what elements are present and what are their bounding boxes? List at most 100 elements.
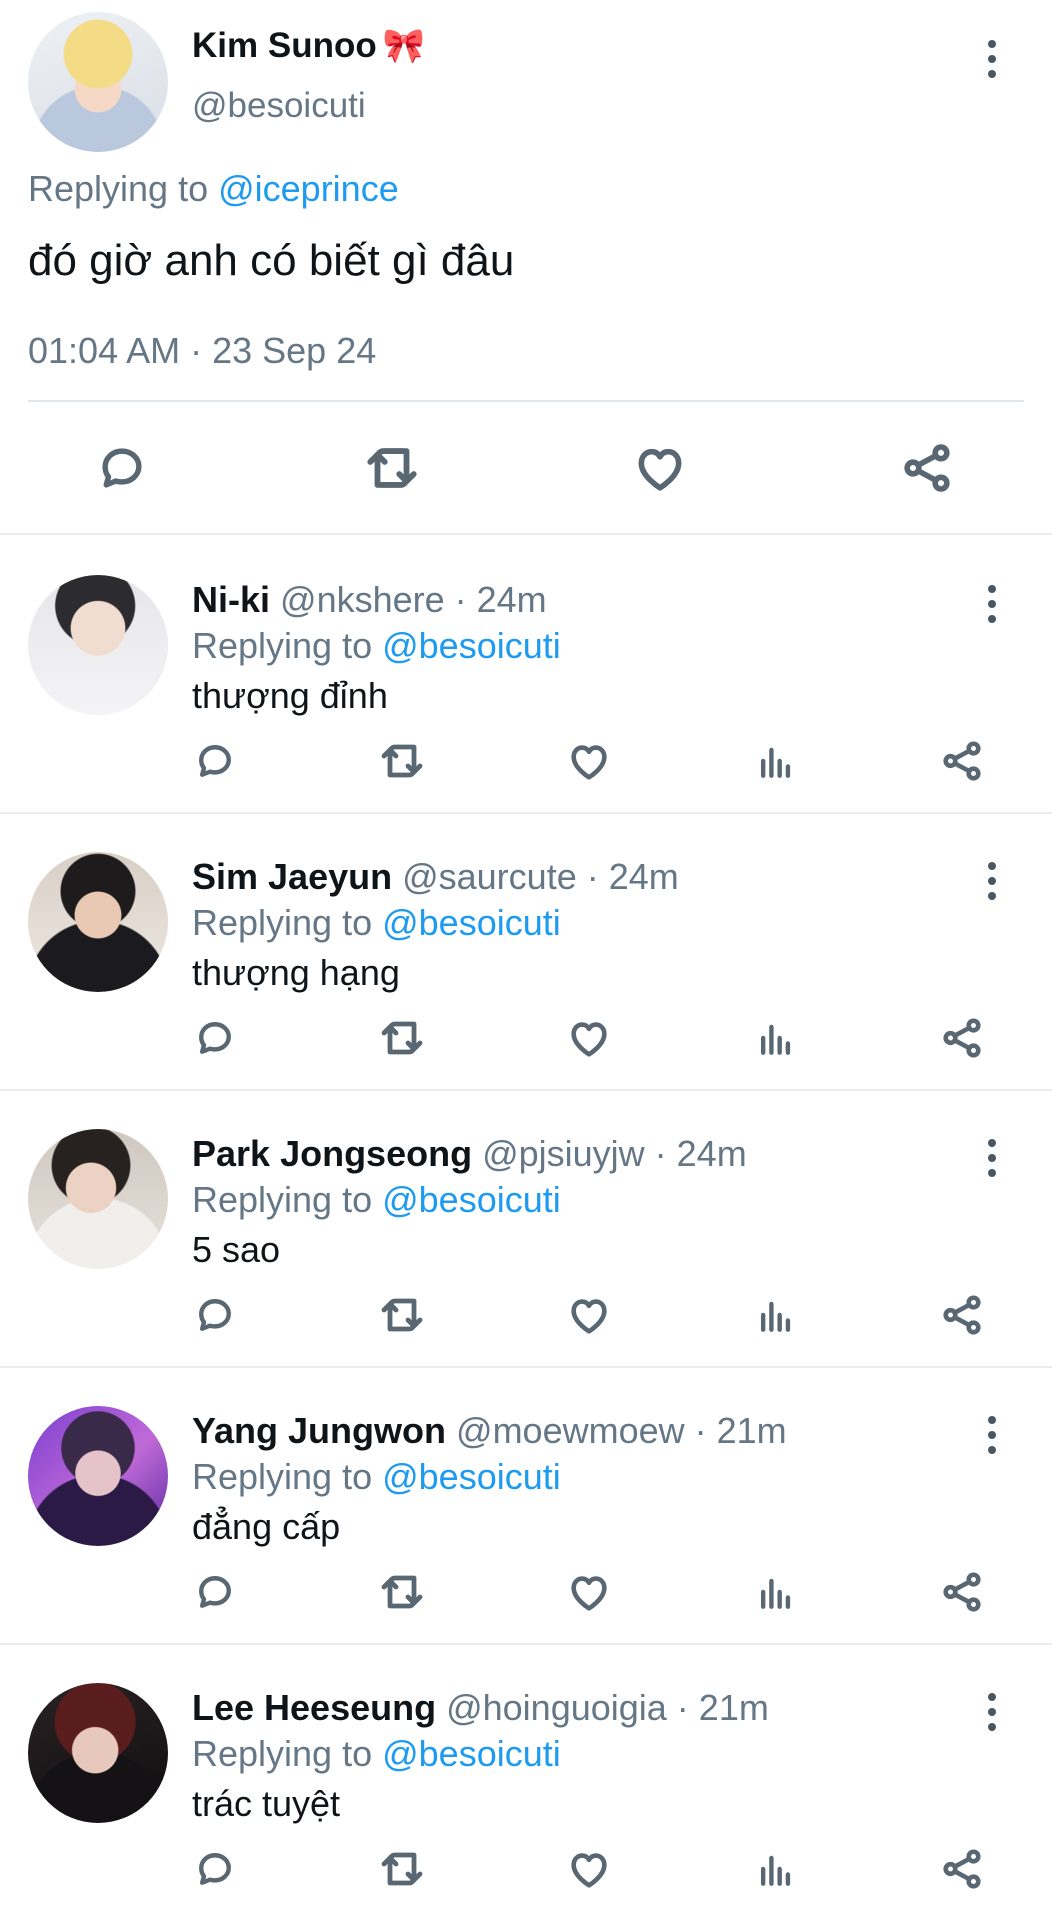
reply-actions [0,1014,1052,1062]
reply-icon [199,1299,231,1331]
avatar[interactable] [28,852,168,992]
author-handle-time[interactable]: @saurcute · 24m [392,856,679,897]
share-button[interactable] [938,1568,986,1616]
reply-actions [0,1568,1052,1616]
like-button[interactable] [565,1568,613,1616]
author-name[interactable]: Sim Jaeyun [192,856,392,897]
author-name[interactable]: Lee Heeseung [192,1687,436,1728]
avatar[interactable] [28,1406,168,1546]
like-icon [571,1853,607,1888]
author-handle-time[interactable]: @moewmoew · 21m [446,1410,787,1451]
reply-text: trác tuyệt [192,1783,341,1824]
author-name[interactable]: Yang Jungwon [192,1410,446,1451]
more-options-button[interactable] [982,1139,1002,1177]
reply-button[interactable] [191,1291,239,1339]
reply-icon [199,1853,231,1885]
reply-button[interactable] [191,1014,239,1062]
share-button[interactable] [938,1014,986,1062]
avatar[interactable] [28,575,168,715]
share-icon [904,444,950,492]
author-handle[interactable]: @besoicuti [192,86,366,126]
replying-to-link[interactable]: @besoicuti [382,1733,561,1774]
reply-button[interactable] [90,436,154,500]
reply-text: đẳng cấp [192,1506,341,1547]
reply-text: thượng đỉnh [192,675,388,716]
more-options-button[interactable] [982,585,1002,623]
retweet-button[interactable] [378,1568,426,1616]
more-options-button[interactable] [982,1416,1002,1454]
retweet-button[interactable] [360,436,424,500]
avatar[interactable] [28,12,168,152]
reply-header: Park Jongseong @pjsiuyjw · 24m [192,1133,747,1175]
views-button[interactable] [752,1845,800,1893]
reply-header: Lee Heeseung @hoinguoigia · 21m [192,1687,769,1729]
replying-to-label: Replying to [192,1733,383,1774]
replying-to-link[interactable]: @besoicuti [382,1179,561,1220]
reply-button[interactable] [191,737,239,785]
author-handle-time[interactable]: @nkshere · 24m [270,579,547,620]
retweet-button[interactable] [378,737,426,785]
like-icon [571,1299,607,1334]
reply-button[interactable] [191,1845,239,1893]
main-tweet: Kim Sunoo 🎀 @besoicuti Replying to @icep… [0,0,1052,535]
reply-icon [199,745,231,777]
author-name[interactable]: Ni-ki [192,579,270,620]
retweet-icon [381,1852,423,1886]
reply-icon [199,1022,231,1054]
reply-tweet[interactable]: Park Jongseong @pjsiuyjw · 24m Replying … [0,1091,1052,1368]
replying-to-link[interactable]: @besoicuti [382,902,561,943]
views-icon [760,1855,791,1886]
like-button[interactable] [565,1845,613,1893]
retweet-button[interactable] [378,1845,426,1893]
reply-text: thượng hạng [192,952,400,993]
more-icon [982,862,1002,900]
author-handle-time[interactable]: @pjsiuyjw · 24m [472,1133,747,1174]
views-button[interactable] [752,737,800,785]
retweet-button[interactable] [378,1291,426,1339]
retweet-icon [381,1575,423,1609]
share-button[interactable] [895,436,959,500]
like-button[interactable] [565,1014,613,1062]
share-button[interactable] [938,1291,986,1339]
share-icon [943,741,981,781]
more-options-button[interactable] [982,1693,1002,1731]
reply-actions [0,1845,1052,1893]
more-options-button[interactable] [982,862,1002,900]
reply-tweet[interactable]: Ni-ki @nkshere · 24m Replying to @besoic… [0,537,1052,814]
reply-button[interactable] [191,1568,239,1616]
tweet-timestamp[interactable]: 01:04 AM · 23 Sep 24 [28,330,376,372]
author-handle-time[interactable]: @hoinguoigia · 21m [436,1687,769,1728]
like-icon [571,1576,607,1611]
author-name[interactable]: Park Jongseong [192,1133,472,1174]
views-button[interactable] [752,1568,800,1616]
views-button[interactable] [752,1014,800,1062]
like-icon [638,448,682,491]
avatar[interactable] [28,1683,168,1823]
replying-to-link[interactable]: @besoicuti [382,1456,561,1497]
share-button[interactable] [938,1845,986,1893]
share-icon [943,1849,981,1889]
more-icon [982,1139,1002,1177]
more-options-button[interactable] [982,40,1002,78]
share-icon [943,1018,981,1058]
author-name[interactable]: Kim Sunoo [192,26,377,66]
replying-to-link[interactable]: @iceprince [218,168,399,209]
reply-tweet[interactable]: Lee Heeseung @hoinguoigia · 21m Replying… [0,1645,1052,1920]
like-button[interactable] [565,737,613,785]
bow-icon: 🎀 [382,27,426,65]
replying-to: Replying to @besoicuti [192,1733,561,1775]
more-icon [982,585,1002,623]
like-button[interactable] [628,436,692,500]
reply-actions [0,737,1052,785]
like-button[interactable] [565,1291,613,1339]
retweet-button[interactable] [378,1014,426,1062]
avatar[interactable] [28,1129,168,1269]
reply-tweet[interactable]: Yang Jungwon @moewmoew · 21m Replying to… [0,1368,1052,1645]
share-button[interactable] [938,737,986,785]
replying-to-link[interactable]: @besoicuti [382,625,561,666]
reply-tweet[interactable]: Sim Jaeyun @saurcute · 24m Replying to @… [0,814,1052,1091]
views-button[interactable] [752,1291,800,1339]
share-icon [943,1572,981,1612]
retweet-icon [381,1021,423,1055]
reply-header: Yang Jungwon @moewmoew · 21m [192,1410,787,1452]
